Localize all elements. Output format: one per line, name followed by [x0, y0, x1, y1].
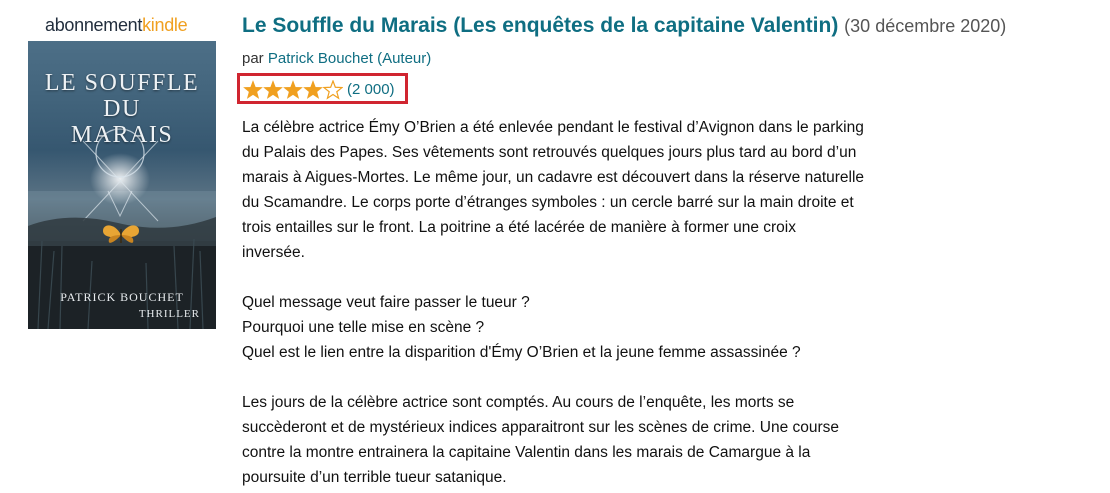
description-line: trois entailles sur le front. La poitrin… — [242, 219, 796, 236]
star-filled-icon — [263, 80, 283, 99]
cover-title-line-2: DU — [103, 96, 141, 122]
star-filled-icon — [283, 80, 303, 99]
author-prefix: par — [242, 50, 264, 67]
description-line: marais à Aigues-Mortes. Le même jour, un… — [242, 169, 865, 186]
author-line: par Patrick Bouchet (Auteur) — [242, 50, 431, 67]
rating-count-link[interactable]: (2 000) — [347, 81, 395, 98]
star-rating[interactable] — [243, 80, 343, 100]
book-description: La célèbre actrice Émy O’Brien a été enl… — [242, 115, 962, 490]
description-line: du Palais des Papes. Ses vêtements sont … — [242, 144, 857, 161]
description-line: du Scamandre. Le corps porte d’étranges … — [242, 194, 854, 211]
description-line: poursuite d’un terrible tueur satanique. — [242, 469, 507, 486]
star-filled-icon — [303, 80, 323, 99]
description-line: inversée. — [242, 244, 305, 261]
description-line: contre la montre entrainera la capitaine… — [242, 444, 811, 461]
kindle-unlimited-badge: abonnementkindle — [45, 15, 188, 36]
description-line: Quel est le lien entre la disparition d'… — [242, 344, 801, 361]
cover-title-line-3: MARAIS — [70, 122, 174, 148]
description-line: La célèbre actrice Émy O’Brien a été enl… — [242, 119, 864, 136]
star-empty-icon — [322, 80, 343, 100]
publication-date: (30 décembre 2020) — [844, 16, 1007, 36]
book-cover-image[interactable]: LE SOUFFLE DU MARAIS PATRICK BOUCHET THR… — [28, 41, 216, 329]
stars-graphic — [243, 80, 343, 100]
cover-title-line-1: LE SOUFFLE — [44, 70, 200, 96]
description-line: Quel message veut faire passer le tueur … — [242, 294, 530, 311]
star-filled-icon — [243, 80, 263, 99]
rating-highlight-box: (2 000) — [237, 73, 408, 104]
description-line: succèderont et de mystérieux indices app… — [242, 419, 840, 436]
product-title-line: Le Souffle du Marais (Les enquêtes de la… — [242, 13, 1006, 39]
description-line: Les jours de la célèbre actrice sont com… — [242, 394, 795, 411]
badge-part-kindle: kindle — [142, 15, 188, 35]
cover-author: PATRICK BOUCHET — [60, 290, 184, 304]
book-title-link[interactable]: Le Souffle du Marais (Les enquêtes de la… — [242, 14, 838, 37]
cover-genre: THRILLER — [138, 308, 200, 320]
badge-part-abonnement: abonnement — [45, 15, 143, 35]
author-link[interactable]: Patrick Bouchet (Auteur) — [268, 50, 431, 67]
description-line: Pourquoi une telle mise en scène ? — [242, 319, 485, 336]
